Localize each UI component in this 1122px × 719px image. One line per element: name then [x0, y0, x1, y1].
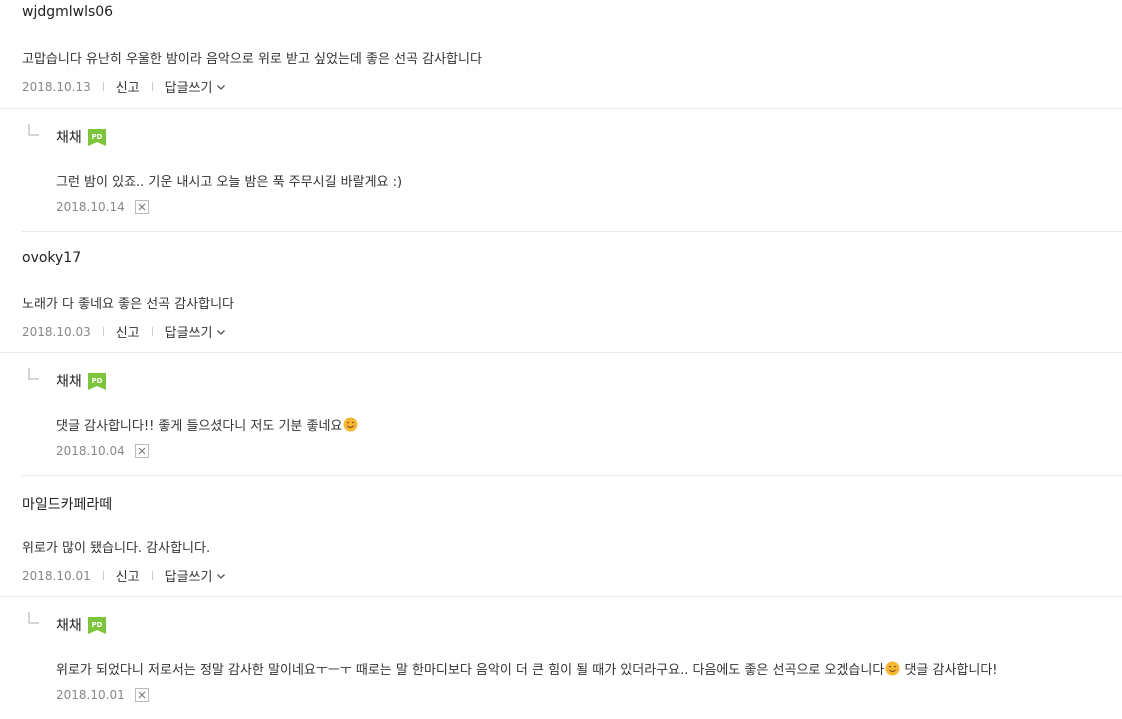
delete-button[interactable] — [134, 444, 149, 458]
delete-button[interactable] — [134, 200, 149, 214]
reply-text-tail: 댓글 감사합니다! — [900, 663, 998, 678]
comment-author[interactable]: wjdgmlwls06 — [22, 4, 113, 20]
reply-write-link[interactable]: 답글쓰기 — [165, 322, 227, 341]
reply-meta: 2018.10.04 — [56, 444, 149, 458]
comment-meta: 2018.10.13 신고 답글쓰기 — [22, 77, 226, 96]
reply-text: 댓글 감사합니다!! 좋게 들으셨다니 저도 기분 좋네요 — [56, 415, 358, 434]
smile-emoji-icon — [343, 417, 358, 432]
pd-badge-icon: PD — [87, 616, 106, 634]
reply-text-body: 위로가 되었다니 저로서는 정말 감사한 말이네요ㅜㅡㅜ 때로는 말 한마디보다… — [56, 663, 885, 678]
reply-write-label: 답글쓰기 — [164, 81, 213, 96]
reply-arrow-icon — [28, 609, 40, 624]
reply-write-link[interactable]: 답글쓰기 — [165, 77, 227, 96]
reply-item: 채채 PD 위로가 되었다니 저로서는 정말 감사한 말이네요ㅜㅡㅜ 때로는 말… — [22, 597, 1122, 719]
chevron-down-icon — [216, 82, 226, 92]
comment-meta: 2018.10.01 신고 답글쓰기 — [22, 566, 226, 585]
comment-date: 2018.10.03 — [22, 324, 91, 339]
reply-arrow-icon — [28, 121, 40, 136]
reply-author[interactable]: 채채 PD — [56, 127, 106, 147]
divider — [102, 327, 104, 336]
divider — [151, 327, 153, 336]
reply-item: 채채 PD 그런 밤이 있죠.. 기운 내시고 오늘 밤은 푹 주무시길 바랄게… — [22, 109, 1122, 232]
chevron-down-icon — [216, 327, 226, 337]
reply-text: 위로가 되었다니 저로서는 정말 감사한 말이네요ㅜㅡㅜ 때로는 말 한마디보다… — [56, 659, 998, 678]
reply-author[interactable]: 채채 PD — [56, 615, 106, 635]
comment-date: 2018.10.01 — [22, 568, 91, 583]
reply-date: 2018.10.01 — [56, 688, 125, 702]
delete-button[interactable] — [134, 688, 149, 702]
reply-meta: 2018.10.01 — [56, 688, 149, 702]
svg-text:PD: PD — [91, 377, 102, 385]
divider — [102, 82, 104, 91]
comment-text: 고맙습니다 유난히 우울한 밤이라 음악으로 위로 받고 싶었는데 좋은 선곡 … — [22, 52, 482, 67]
divider — [102, 571, 104, 580]
reply-write-label: 답글쓰기 — [164, 570, 213, 585]
report-link[interactable]: 신고 — [116, 322, 140, 341]
reply-write-link[interactable]: 답글쓰기 — [165, 566, 227, 585]
comment-author[interactable]: 마일드카페라떼 — [22, 494, 112, 514]
reply-write-label: 답글쓰기 — [164, 326, 213, 341]
comment-item: ovoky17 노래가 다 좋네요 좋은 선곡 감사합니다 2018.10.03… — [0, 232, 1122, 353]
reply-meta: 2018.10.14 — [56, 200, 149, 214]
pd-badge-icon: PD — [87, 372, 106, 390]
svg-text:PD: PD — [91, 621, 102, 629]
comment-date: 2018.10.13 — [22, 79, 91, 94]
reply-arrow-icon — [28, 365, 40, 380]
reply-author[interactable]: 채채 PD — [56, 371, 106, 391]
comment-item: wjdgmlwls06 고맙습니다 유난히 우울한 밤이라 음악으로 위로 받고… — [0, 0, 1122, 109]
chevron-down-icon — [216, 571, 226, 581]
comment-text: 노래가 다 좋네요 좋은 선곡 감사합니다 — [22, 297, 235, 312]
comment-text: 위로가 많이 됐습니다. 감사합니다. — [22, 541, 211, 556]
comment-item: 마일드카페라떼 위로가 많이 됐습니다. 감사합니다. 2018.10.01 신… — [0, 476, 1122, 597]
comment-meta: 2018.10.03 신고 답글쓰기 — [22, 322, 226, 341]
report-link[interactable]: 신고 — [116, 566, 140, 585]
report-link[interactable]: 신고 — [116, 77, 140, 96]
comment-author[interactable]: ovoky17 — [22, 250, 81, 266]
reply-author-name: 채채 — [56, 618, 82, 634]
svg-text:PD: PD — [91, 133, 102, 141]
reply-text-body: 댓글 감사합니다!! 좋게 들으셨다니 저도 기분 좋네요 — [56, 419, 343, 434]
reply-text: 그런 밤이 있죠.. 기운 내시고 오늘 밤은 푹 주무시길 바랄게요 :) — [56, 175, 403, 190]
comment-list: wjdgmlwls06 고맙습니다 유난히 우울한 밤이라 음악으로 위로 받고… — [0, 0, 1122, 719]
pd-badge-icon: PD — [87, 128, 106, 146]
reply-item: 채채 PD 댓글 감사합니다!! 좋게 들으셨다니 저도 기분 좋네요 2018… — [22, 353, 1122, 476]
reply-date: 2018.10.04 — [56, 444, 125, 458]
reply-author-name: 채채 — [56, 130, 82, 146]
reply-author-name: 채채 — [56, 374, 82, 390]
divider — [151, 82, 153, 91]
divider — [151, 571, 153, 580]
smile-emoji-icon — [885, 661, 900, 676]
reply-date: 2018.10.14 — [56, 200, 125, 214]
